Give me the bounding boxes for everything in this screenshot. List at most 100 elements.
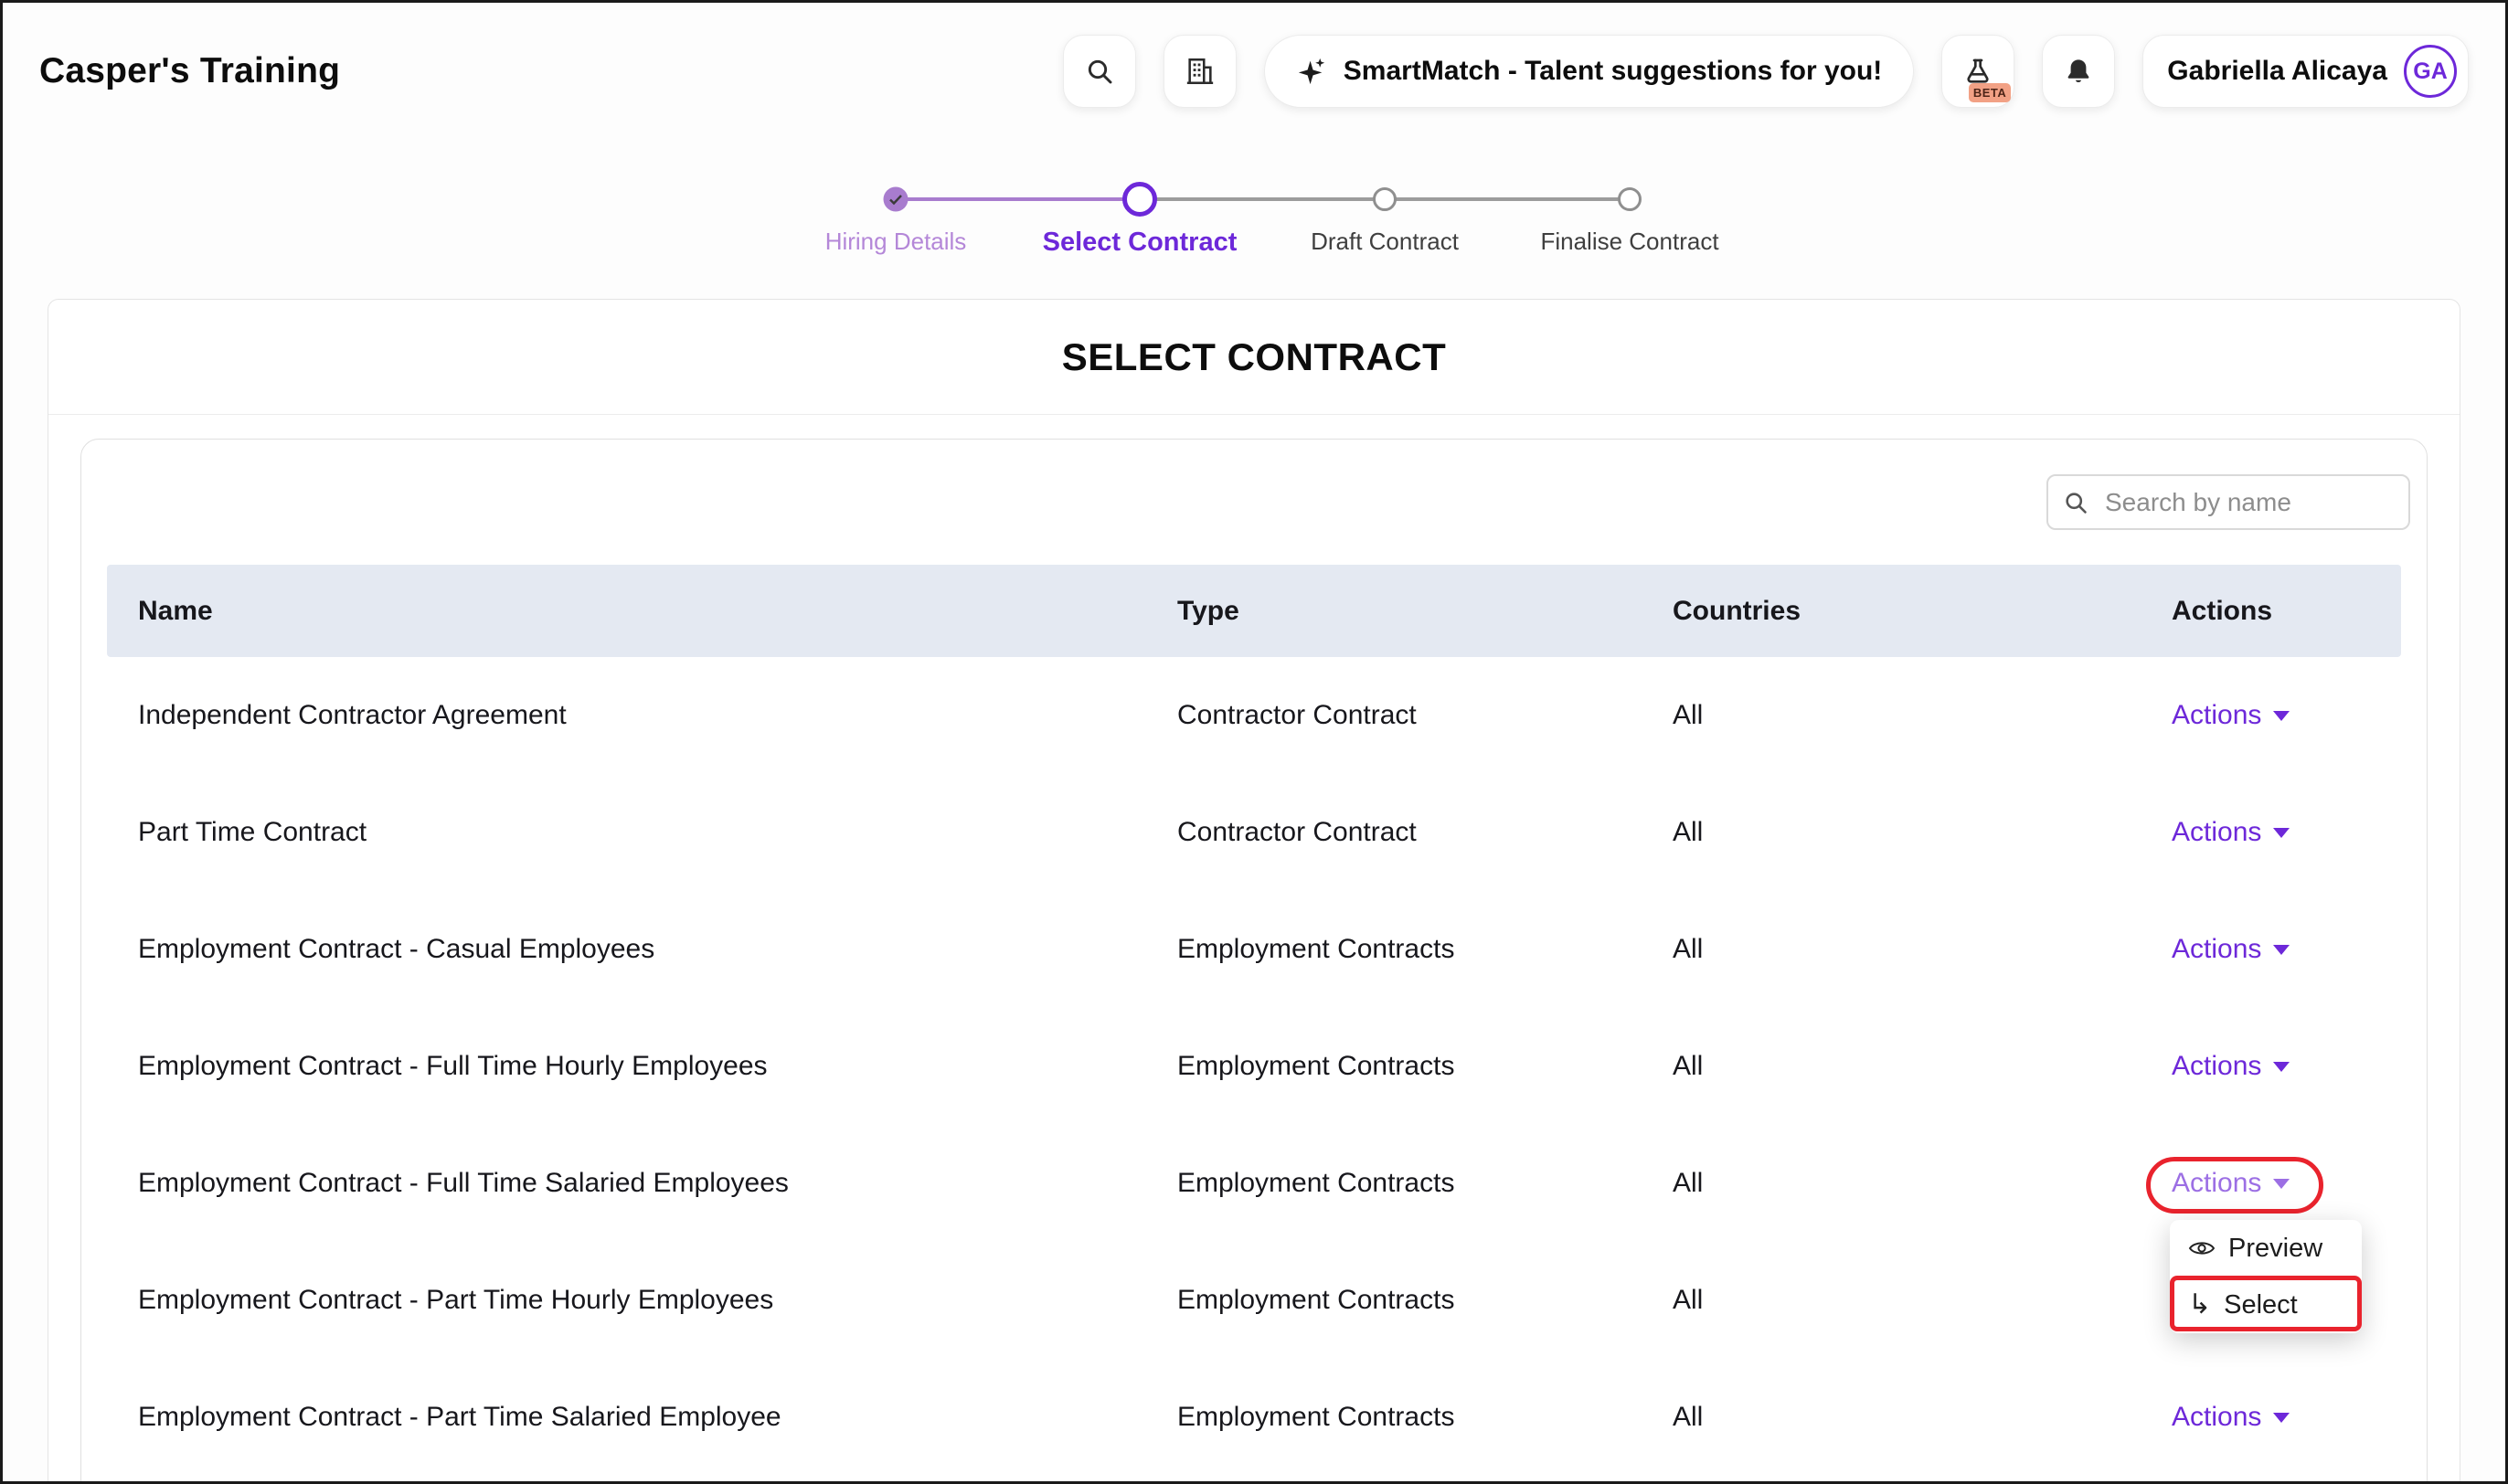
actions-label: Actions — [2172, 817, 2261, 848]
contract-countries: All — [1673, 700, 2172, 731]
stepper-connector-1 — [896, 197, 1140, 201]
contract-countries: All — [1673, 817, 2172, 848]
search-icon — [2063, 490, 2088, 515]
menu-item-select[interactable]: ↳ Select — [2170, 1277, 2362, 1333]
table-row: Part Time Contract Contractor Contract A… — [107, 774, 2401, 891]
step-hiring-details-dot[interactable] — [884, 187, 909, 212]
contract-actions-cell: Actions — [2172, 1051, 2370, 1082]
contract-type: Employment Contracts — [1177, 1285, 1673, 1316]
chevron-down-icon — [2273, 1179, 2290, 1189]
menu-item-select-label: Select — [2224, 1290, 2298, 1320]
contract-type: Employment Contracts — [1177, 1402, 1673, 1433]
contract-actions-cell: Actions — [2172, 700, 2370, 731]
contract-type: Employment Contracts — [1177, 934, 1673, 965]
actions-dropdown-trigger[interactable]: Actions — [2172, 1168, 2290, 1199]
search-icon — [1085, 57, 1114, 86]
page-title: SELECT CONTRACT — [48, 300, 2460, 415]
table-row: Employment Contract - Part Time Salaried… — [107, 1359, 2401, 1476]
contract-name: Part Time Contract — [138, 817, 1177, 848]
actions-dropdown-trigger[interactable]: Actions — [2172, 934, 2290, 965]
actions-dropdown-trigger[interactable]: Actions — [2172, 1402, 2290, 1433]
bell-icon — [2064, 57, 2093, 86]
labs-button[interactable]: BETA — [1941, 35, 2014, 108]
step-select-contract-dot[interactable] — [1122, 182, 1157, 217]
labs-flask-icon — [1963, 57, 1993, 86]
search-input[interactable] — [2046, 474, 2410, 530]
user-menu[interactable]: Gabriella Alicaya GA — [2142, 35, 2469, 108]
chevron-down-icon — [2273, 1413, 2290, 1423]
menu-item-preview[interactable]: Preview — [2170, 1220, 2362, 1277]
step-draft-contract-dot — [1373, 187, 1397, 211]
contract-type: Contractor Contract — [1177, 817, 1673, 848]
actions-dropdown-trigger[interactable]: Actions — [2172, 700, 2290, 731]
step-select-contract-label: Select Contract — [1043, 228, 1238, 258]
sparkle-icon — [1296, 56, 1327, 87]
contract-type: Contractor Contract — [1177, 700, 1673, 731]
actions-label: Actions — [2172, 1402, 2261, 1433]
beta-badge: BETA — [1969, 83, 2011, 102]
chevron-down-icon — [2273, 828, 2290, 838]
contract-name: Employment Contract - Part Time Salaried… — [138, 1402, 1177, 1433]
notifications-button[interactable] — [2042, 35, 2115, 108]
topbar-actions: SmartMatch - Talent suggestions for you!… — [1063, 35, 2469, 108]
actions-dropdown-menu: Preview ↳ Select — [2170, 1220, 2362, 1333]
contract-countries: All — [1673, 1285, 2172, 1316]
column-header-type: Type — [1177, 596, 1673, 627]
contract-type: Employment Contracts — [1177, 1168, 1673, 1199]
contract-name: Independent Contractor Agreement — [138, 700, 1177, 731]
table-row: Employment Contract - Casual Employees E… — [107, 891, 2401, 1008]
contract-countries: All — [1673, 1402, 2172, 1433]
contract-name: Employment Contract - Part Time Hourly E… — [138, 1285, 1177, 1316]
search-field-wrap — [2046, 474, 2410, 530]
page: Casper's Training — [0, 0, 2508, 1484]
app-title: Casper's Training — [39, 51, 340, 91]
contract-actions-cell: Actions — [2172, 1168, 2370, 1199]
contract-countries: All — [1673, 1168, 2172, 1199]
table-row: Employment Contract - Part Time Hourly E… — [107, 1242, 2401, 1359]
actions-label: Actions — [2172, 934, 2261, 965]
contract-countries: All — [1673, 1051, 2172, 1082]
stepper-connector-3 — [1385, 197, 1630, 201]
search-button[interactable] — [1063, 35, 1136, 108]
user-name: Gabriella Alicaya — [2167, 56, 2387, 87]
contracts-panel: Name Type Countries Actions Independent … — [80, 439, 2428, 1484]
step-draft-contract-label: Draft Contract — [1311, 228, 1459, 256]
contract-name: Employment Contract - Full Time Salaried… — [138, 1168, 1177, 1199]
company-button[interactable] — [1164, 35, 1237, 108]
actions-label: Actions — [2172, 1051, 2261, 1082]
user-avatar: GA — [2404, 45, 2457, 98]
wizard-stepper: Hiring Details Select Contract Draft Con… — [3, 140, 2505, 299]
contract-countries: All — [1673, 934, 2172, 965]
smartmatch-label: SmartMatch - Talent suggestions for you! — [1344, 56, 1883, 87]
arrow-return-icon: ↳ — [2188, 1291, 2211, 1319]
eye-icon — [2188, 1239, 2216, 1257]
table-row: Independent Contractor Agreement Contrac… — [107, 657, 2401, 774]
check-icon — [889, 194, 903, 205]
stepper-connector-2 — [1140, 197, 1385, 201]
actions-dropdown-trigger[interactable]: Actions — [2172, 817, 2290, 848]
step-finalise-contract-label: Finalise Contract — [1540, 228, 1718, 256]
step-hiring-details-label: Hiring Details — [825, 228, 967, 256]
column-header-name: Name — [138, 596, 1177, 627]
menu-item-preview-label: Preview — [2228, 1234, 2322, 1264]
contract-name: Employment Contract - Casual Employees — [138, 934, 1177, 965]
select-contract-card: SELECT CONTRACT Name Type Countries Acti… — [48, 299, 2460, 1484]
smartmatch-button[interactable]: SmartMatch - Talent suggestions for you! — [1264, 35, 1915, 108]
contract-type: Employment Contracts — [1177, 1051, 1673, 1082]
chevron-down-icon — [2273, 945, 2290, 955]
column-header-countries: Countries — [1673, 596, 2172, 627]
table-body: Independent Contractor Agreement Contrac… — [81, 657, 2427, 1476]
contract-actions-cell: Actions — [2172, 817, 2370, 848]
chevron-down-icon — [2273, 1062, 2290, 1072]
actions-dropdown-trigger[interactable]: Actions — [2172, 1051, 2290, 1082]
topbar: Casper's Training — [3, 3, 2505, 140]
chevron-down-icon — [2273, 711, 2290, 721]
building-icon — [1185, 56, 1216, 87]
table-row: Employment Contract - Full Time Salaried… — [107, 1125, 2401, 1242]
table-row: Employment Contract - Full Time Hourly E… — [107, 1008, 2401, 1125]
actions-label: Actions — [2172, 700, 2261, 731]
contract-actions-cell: Actions — [2172, 934, 2370, 965]
contract-actions-cell: Actions — [2172, 1402, 2370, 1433]
actions-label: Actions — [2172, 1168, 2261, 1199]
table-header: Name Type Countries Actions — [107, 565, 2401, 657]
